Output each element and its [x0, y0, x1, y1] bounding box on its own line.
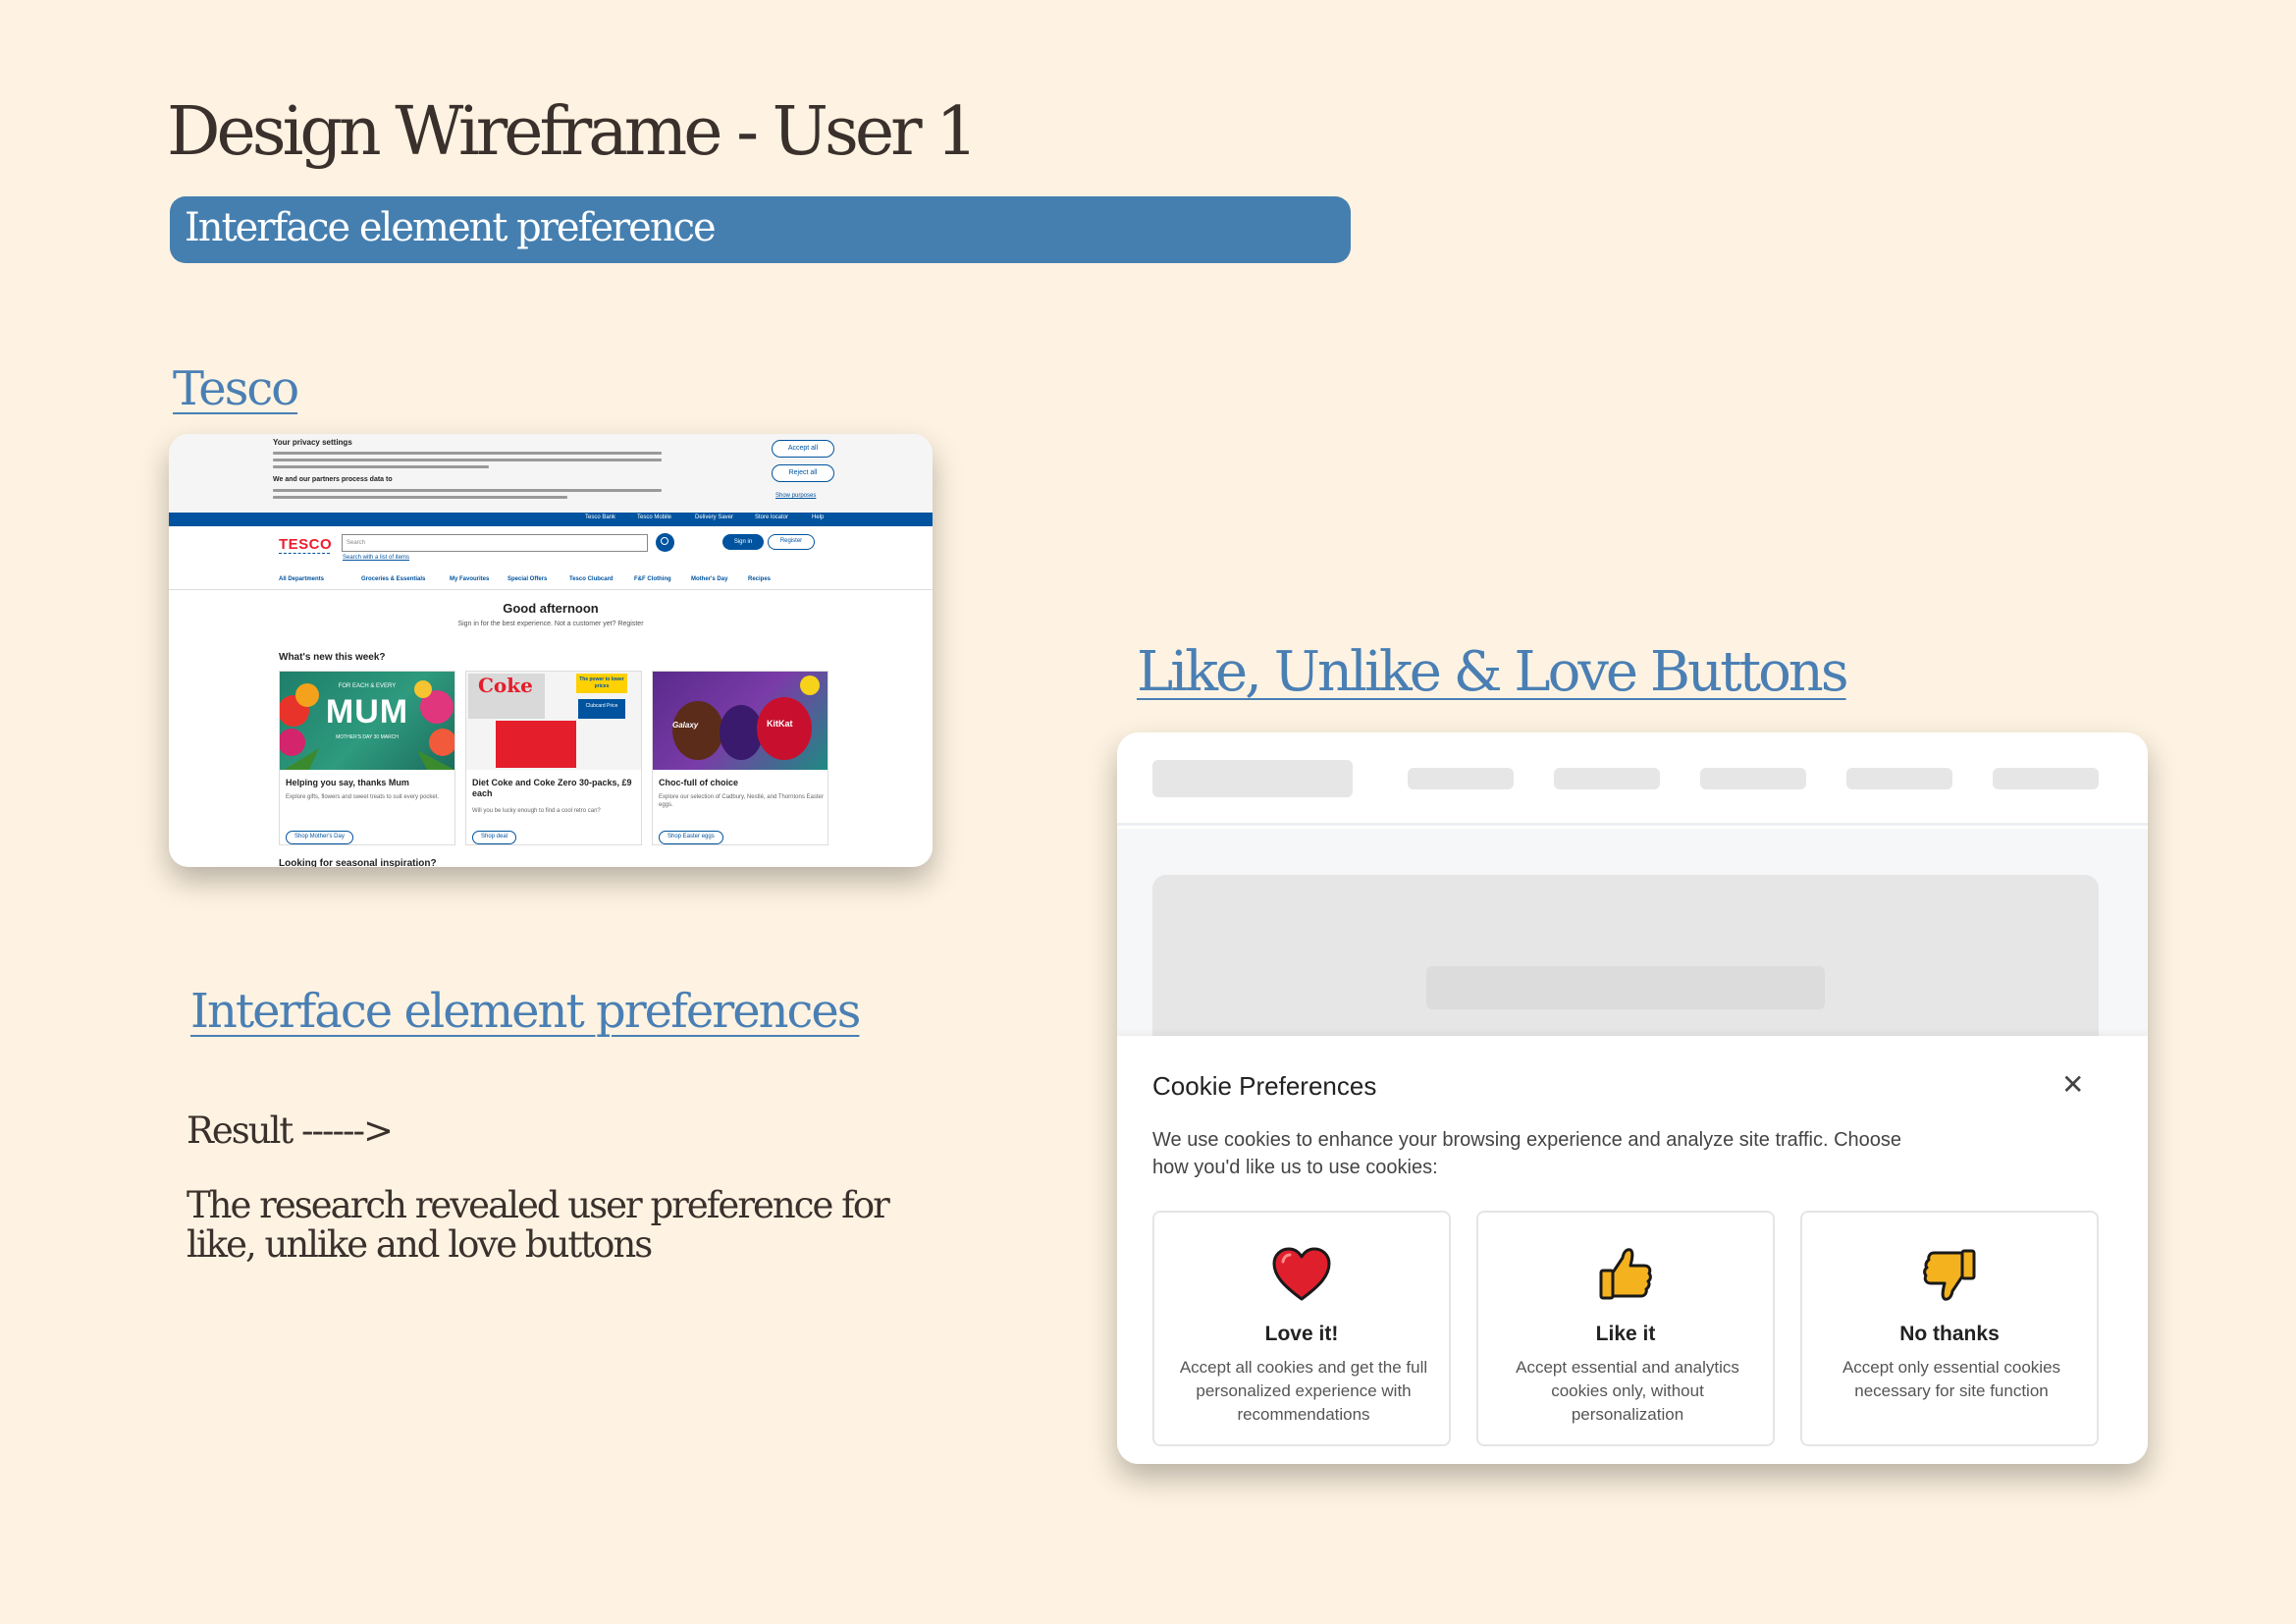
love-it-option[interactable]: Love it! Accept all cookies and get the … — [1152, 1211, 1451, 1446]
privacy-title: Your privacy settings — [273, 438, 352, 447]
nav-item[interactable]: Groceries & Essentials — [361, 576, 425, 582]
nav-item[interactable]: F&F Clothing — [634, 576, 671, 582]
register-button[interactable]: Register — [768, 534, 815, 550]
option-description: Accept essential and analytics cookies o… — [1516, 1358, 1739, 1424]
card-title: Helping you say, thanks Mum — [286, 778, 409, 787]
result-label: Result ------> — [187, 1110, 394, 1152]
nav-placeholder — [1554, 768, 1660, 789]
galaxy-label: Galaxy — [672, 721, 699, 730]
whats-new-heading: What's new this week? — [279, 652, 386, 663]
shop-deal-button[interactable]: Shop deal — [472, 831, 517, 844]
mock-header — [1117, 732, 2148, 826]
card-description: Explore our selection of Cadbury, Nestlé… — [659, 794, 824, 808]
tesco-logo[interactable]: TESCO — [279, 536, 332, 553]
thumbs-up-icon — [1478, 1246, 1773, 1303]
tesco-link[interactable]: Tesco — [173, 361, 299, 416]
seasonal-heading: Looking for seasonal inspiration? — [279, 858, 437, 867]
nav-placeholder — [1993, 768, 2099, 789]
sign-in-button[interactable]: Sign in — [722, 534, 764, 550]
option-title: No thanks — [1899, 1323, 2000, 1345]
cookie-mockup: Cookie Preferences ✕ We use cookies to e… — [1117, 732, 2148, 1464]
nav-divider — [169, 589, 933, 590]
option-description: Accept all cookies and get the full pers… — [1179, 1358, 1428, 1424]
no-thanks-option[interactable]: No thanks Accept only essential cookies … — [1800, 1211, 2099, 1446]
interface-preferences-link[interactable]: Interface element preferences — [190, 984, 861, 1039]
nav-item[interactable]: Tesco Clubcard — [569, 576, 614, 582]
nav-item[interactable]: My Favourites — [450, 576, 489, 582]
option-title: Love it! — [1264, 1323, 1339, 1345]
heart-icon — [1154, 1246, 1449, 1303]
shop-easter-eggs-button[interactable]: Shop Easter eggs — [659, 831, 723, 844]
show-purposes-link[interactable]: Show purposes — [775, 493, 816, 499]
reject-all-button[interactable]: Reject all — [772, 464, 834, 482]
option-title: Like it — [1595, 1323, 1656, 1345]
logo-stripes — [279, 553, 330, 555]
image-caption: MOTHER'S DAY 30 MARCH — [336, 734, 399, 740]
kitkat-label: KitKat — [767, 719, 793, 729]
accept-all-button[interactable]: Accept all — [772, 440, 834, 458]
card-title: Diet Coke and Coke Zero 30-packs, £9 eac… — [472, 778, 632, 798]
search-input[interactable]: Search — [342, 534, 648, 552]
coke-deal-image: Coke The power to lower prices Clubcard … — [466, 672, 641, 770]
like-it-option[interactable]: Like it Accept essential and analytics c… — [1476, 1211, 1775, 1446]
option-description: Accept only essential cookies necessary … — [1842, 1358, 2061, 1400]
greeting: Good afternoon — [503, 601, 599, 616]
coke-logo: Coke — [478, 674, 533, 697]
shop-mothers-day-button[interactable]: Shop Mother's Day — [286, 831, 353, 844]
promo-card[interactable]: Galaxy KitKat Choc-full of choice Explor… — [652, 671, 828, 845]
nav-placeholder — [1700, 768, 1806, 789]
tesco-screenshot: Your privacy settings We and our partner… — [169, 434, 933, 867]
cookie-description: We use cookies to enhance your browsing … — [1152, 1129, 1902, 1178]
page-title: Design Wireframe - User 1 — [167, 93, 979, 171]
cookie-title: Cookie Preferences — [1152, 1071, 1377, 1101]
util-link[interactable]: Help — [812, 514, 824, 520]
thumbs-down-icon — [1802, 1246, 2097, 1303]
nav-item[interactable]: Recipes — [748, 576, 771, 582]
nav-placeholder — [1846, 768, 1952, 789]
like-buttons-link[interactable]: Like, Unlike & Love Buttons — [1137, 640, 1849, 704]
search-list-link[interactable]: Search with a list of items — [343, 555, 409, 561]
privacy-text-line — [273, 489, 662, 492]
nav-placeholder — [1408, 768, 1514, 789]
hero-text-placeholder — [1426, 966, 1825, 1009]
util-link[interactable]: Store locator — [755, 514, 788, 520]
greeting-subtext: Sign in for the best experience. Not a c… — [457, 621, 644, 627]
logo-placeholder — [1152, 760, 1353, 797]
util-link[interactable]: Tesco Bank — [585, 514, 615, 520]
image-caption: FOR EACH & EVERY — [338, 683, 397, 689]
privacy-subtitle: We and our partners process data to — [273, 476, 393, 483]
cookie-panel: Cookie Preferences ✕ We use cookies to e… — [1117, 1036, 2148, 1464]
section-banner: Interface element preference — [170, 196, 1351, 263]
card-description: Will you be lucky enough to find a cool … — [472, 808, 601, 814]
mothers-day-image: FOR EACH & EVERY MUM MOTHER'S DAY 30 MAR… — [280, 672, 454, 770]
promo-card[interactable]: Coke The power to lower prices Clubcard … — [465, 671, 642, 845]
coke-pack — [496, 721, 576, 768]
privacy-text-line — [273, 452, 662, 455]
image-headline: MUM — [325, 693, 409, 731]
close-icon[interactable]: ✕ — [2061, 1071, 2084, 1099]
finding-text: The research revealed user preference fo… — [187, 1184, 890, 1266]
privacy-banner: Your privacy settings We and our partner… — [169, 434, 933, 513]
nav-item[interactable]: All Departments — [279, 576, 324, 582]
promo-card[interactable]: FOR EACH & EVERY MUM MOTHER'S DAY 30 MAR… — [279, 671, 455, 845]
privacy-text-line — [273, 465, 489, 468]
card-description: Explore gifts, flowers and sweet treats … — [286, 794, 440, 800]
easter-eggs-image: Galaxy KitKat — [653, 672, 828, 770]
privacy-text-line — [273, 459, 662, 461]
card-title: Choc-full of choice — [659, 778, 738, 787]
util-link[interactable]: Tesco Mobile — [637, 514, 671, 520]
privacy-text-line — [273, 496, 567, 499]
search-icon[interactable] — [656, 533, 674, 552]
price-badge: The power to lower prices — [576, 674, 627, 693]
clubcard-badge: Clubcard Price — [578, 699, 625, 719]
nav-item[interactable]: Mother's Day — [691, 576, 727, 582]
util-link[interactable]: Delivery Saver — [695, 514, 733, 520]
nav-item[interactable]: Special Offers — [507, 576, 547, 582]
